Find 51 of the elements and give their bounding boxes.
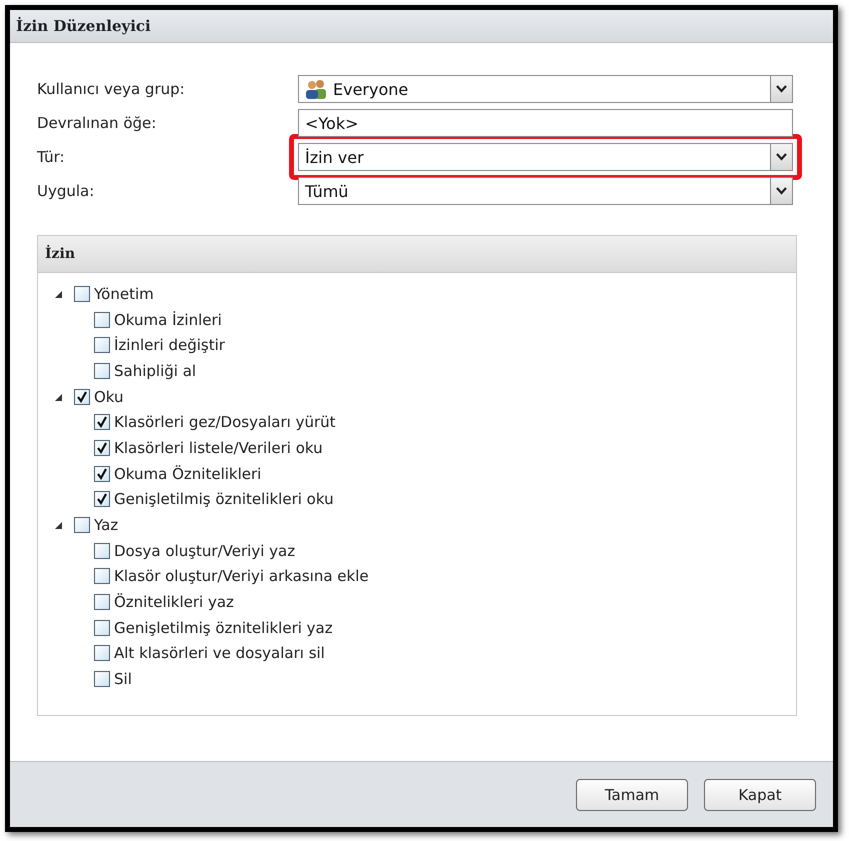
dropdown-field[interactable]: Everyone xyxy=(298,75,793,103)
checkbox[interactable] xyxy=(94,491,110,508)
dropdown-button[interactable] xyxy=(770,144,792,170)
tree-item-label: Yaz xyxy=(94,516,118,534)
dropdown-field[interactable]: Tümü xyxy=(298,177,793,205)
tree-item-label: Genişletilmiş öznitelikleri yaz xyxy=(114,618,333,637)
text-field[interactable]: <Yok> xyxy=(298,109,793,137)
dropdown-button[interactable] xyxy=(770,76,792,102)
tree-item-label: Genişletilmiş öznitelikleri oku xyxy=(114,490,334,508)
dropdown-button[interactable] xyxy=(770,178,792,204)
panel-title: İzin xyxy=(45,246,75,262)
checkbox[interactable] xyxy=(94,414,110,430)
chevron-icon xyxy=(776,187,787,195)
field-label: Uygula: xyxy=(37,182,96,200)
tree-item-label: Klasörleri gez/Dosyaları yürüt xyxy=(114,413,336,432)
checkbox[interactable] xyxy=(94,542,110,559)
checkbox[interactable] xyxy=(94,645,110,662)
field-label: Tür: xyxy=(37,148,66,166)
checkbox[interactable] xyxy=(74,388,90,405)
tree-item-label: Okuma İzinleri xyxy=(114,310,222,329)
checkbox[interactable] xyxy=(94,466,110,482)
tree-item-label: Sil xyxy=(114,670,132,688)
chevron-icon xyxy=(776,153,787,161)
window-title: İzin Düzenleyici xyxy=(16,17,151,35)
checkbox[interactable] xyxy=(94,568,110,584)
checkbox[interactable] xyxy=(94,440,110,456)
checkbox[interactable] xyxy=(94,620,110,636)
tree-item-label: Yönetim xyxy=(94,284,154,303)
users-icon xyxy=(305,79,327,99)
checkbox[interactable] xyxy=(94,362,110,379)
checkbox[interactable] xyxy=(74,286,90,302)
checkbox[interactable] xyxy=(94,671,110,688)
tree-item-label: Okuma Öznitelikleri xyxy=(114,464,262,483)
field-label: Kullanıcı veya grup: xyxy=(37,80,186,98)
chevron-icon xyxy=(776,85,787,93)
tree-item-label: Klasör oluştur/Veriyi arkasına ekle xyxy=(114,567,369,586)
checkbox[interactable] xyxy=(94,337,110,354)
dialog-button[interactable]: Kapat xyxy=(704,778,816,810)
checkbox[interactable] xyxy=(94,312,110,328)
tree-item-label: Sahipliği al xyxy=(114,362,196,380)
tree-item-label: Alt klasörleri ve dosyaları sil xyxy=(114,644,325,662)
tree-item-label: İzinleri değiştir xyxy=(114,336,225,354)
checkbox[interactable] xyxy=(74,517,90,534)
checkbox[interactable] xyxy=(94,594,110,610)
tree-item-label: Oku xyxy=(94,388,124,406)
dialog-button[interactable]: Tamam xyxy=(576,778,688,810)
tree-item-label: Klasörleri listele/Verileri oku xyxy=(114,438,323,457)
tree-item-label: Dosya oluştur/Veriyi yaz xyxy=(114,542,296,560)
field-label: Devralınan öğe: xyxy=(37,114,158,132)
tree-item-label: Öznitelikleri yaz xyxy=(114,593,234,612)
dropdown-field[interactable]: İzin ver xyxy=(298,143,793,171)
